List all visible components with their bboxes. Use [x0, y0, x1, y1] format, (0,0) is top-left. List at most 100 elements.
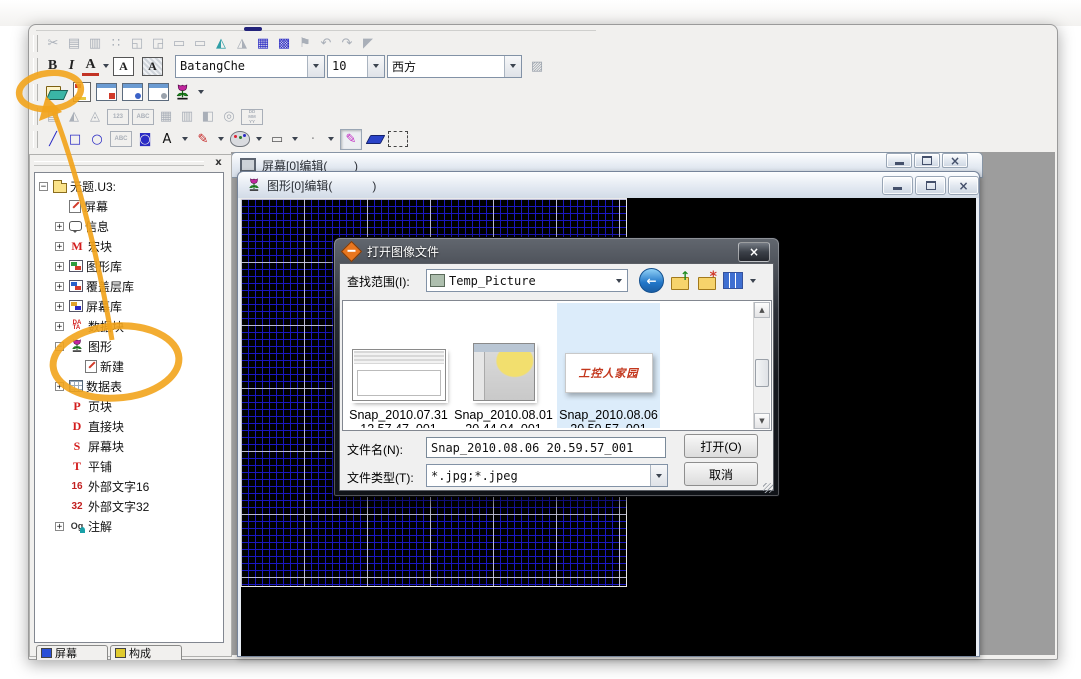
back-close-button[interactable]: × — [942, 153, 968, 168]
view-menu-icon[interactable] — [723, 272, 743, 289]
open-image-icon[interactable] — [44, 83, 68, 101]
tab-compose[interactable]: 构成 — [110, 645, 182, 660]
preview-window-icon[interactable] — [122, 83, 143, 101]
line-style-icon-dropdown[interactable] — [328, 137, 334, 141]
panel-grip[interactable] — [34, 161, 204, 166]
shape-style-icon[interactable]: ▭ — [268, 131, 286, 148]
print-icon[interactable]: ▤ — [44, 108, 62, 125]
restore-button[interactable] — [915, 176, 946, 195]
tree-item[interactable]: −图形 — [35, 336, 223, 356]
export-window-icon[interactable] — [96, 83, 117, 101]
text-border-button[interactable]: A — [113, 57, 134, 76]
panel-close-button[interactable]: x — [212, 156, 225, 169]
scroll-up-button[interactable]: ▲ — [754, 302, 770, 318]
pencil-tool-icon-dropdown[interactable] — [218, 137, 224, 141]
palette-icon-dropdown[interactable] — [256, 137, 262, 141]
text-style-icon[interactable]: ▨ — [528, 58, 546, 75]
open-button[interactable]: 打开(O) — [684, 434, 758, 458]
charset-combo-arrow[interactable] — [504, 56, 521, 77]
up-folder-icon[interactable] — [669, 271, 691, 291]
select-mode-icon[interactable]: ◤ — [359, 35, 377, 52]
tree-expander[interactable]: + — [55, 262, 64, 271]
new-folder-icon[interactable] — [696, 271, 718, 291]
cancel-button[interactable]: 取消 — [684, 462, 758, 486]
tree-expander[interactable]: + — [55, 302, 64, 311]
duplicate-icon[interactable]: ∷ — [107, 35, 125, 52]
scroll-down-button[interactable]: ▼ — [754, 413, 770, 429]
tree-expander[interactable]: + — [55, 382, 64, 391]
frame-small-icon[interactable]: ▭ — [170, 35, 188, 52]
save-image-icon[interactable] — [73, 82, 91, 102]
fill-tool-icon[interactable]: ◙ — [136, 131, 154, 148]
font-name-combo-arrow[interactable] — [307, 56, 324, 77]
counter-icon[interactable]: ▦ — [157, 108, 175, 125]
dialog-resize-grip[interactable] — [763, 483, 773, 493]
alarm-lamp-icon[interactable]: ◬ — [86, 108, 104, 125]
file-item[interactable]: 工控人家园Snap_2010.08.0620.59.57_001 — [557, 303, 660, 428]
tree-item[interactable]: +数据表 — [35, 376, 223, 396]
scroll-thumb[interactable] — [755, 359, 769, 387]
date-icon[interactable]: DD MM YY — [241, 109, 263, 125]
bell-icon[interactable]: ◎ — [220, 108, 238, 125]
tree-item[interactable]: T平铺 — [35, 456, 223, 476]
tree-expander[interactable]: + — [55, 282, 64, 291]
look-in-combo-arrow[interactable] — [611, 270, 627, 291]
close-button[interactable]: × — [948, 176, 979, 195]
digits-icon[interactable]: 123 — [107, 109, 129, 125]
graphic-tulip-icon[interactable] — [174, 84, 191, 101]
tile-vertical-icon[interactable]: ▩ — [275, 35, 293, 52]
tree-item[interactable]: +DA TA数据块 — [35, 316, 223, 336]
tree-item[interactable]: S屏幕块 — [35, 436, 223, 456]
tree-item[interactable]: +图形库 — [35, 256, 223, 276]
tree-expander[interactable]: + — [55, 242, 64, 251]
cut-icon[interactable]: ✂ — [44, 35, 62, 52]
view-menu-icon-dropdown[interactable] — [750, 279, 756, 283]
toolbar-grip[interactable] — [33, 131, 38, 148]
file-list-scrollbar[interactable]: ▲ ▼ — [753, 302, 770, 429]
file-item[interactable]: Snap_2010.08.0120.44.04_001 — [452, 303, 555, 428]
tree-item[interactable]: D直接块 — [35, 416, 223, 436]
tree-item[interactable]: +屏幕库 — [35, 296, 223, 316]
pin-icon[interactable]: ⚑ — [296, 35, 314, 52]
tree-item[interactable]: P页块 — [35, 396, 223, 416]
toolbar-grip[interactable] — [33, 35, 38, 52]
tree-expander[interactable]: + — [55, 522, 64, 531]
font-tool-icon-dropdown[interactable] — [182, 137, 188, 141]
plug-icon[interactable]: ◧ — [199, 108, 217, 125]
minimize-button[interactable] — [882, 176, 913, 195]
file-list[interactable]: Snap_2010.07.3112.57.47_001Snap_2010.08.… — [342, 300, 772, 431]
file-type-combo[interactable]: *.jpg;*.jpeg — [426, 464, 668, 487]
tree-item[interactable]: +信息 — [35, 216, 223, 236]
file-item[interactable]: Snap_2010.07.3112.57.47_001 — [347, 303, 450, 428]
font-tool-icon[interactable]: A — [158, 131, 176, 148]
toolbar-grip[interactable] — [33, 58, 38, 75]
copy-icon[interactable]: ▤ — [65, 35, 83, 52]
tree-item[interactable]: 32外部文字32 — [35, 496, 223, 516]
text-invert-button[interactable]: A — [142, 57, 163, 76]
undo-icon[interactable]: ↶ — [317, 35, 335, 52]
font-size-combo-arrow[interactable] — [367, 56, 384, 77]
rotate-icon[interactable]: ◭ — [212, 35, 230, 52]
tree-item[interactable]: 屏幕 — [35, 196, 223, 216]
line-tool-icon[interactable]: ╱ — [44, 131, 62, 148]
back-minimize-button[interactable] — [886, 153, 912, 168]
rect-tool-icon[interactable]: □ — [66, 131, 84, 148]
tree-expander[interactable]: − — [55, 342, 64, 351]
tree-expander[interactable]: + — [55, 222, 64, 231]
font-size-combo[interactable]: 10 — [327, 55, 385, 78]
window-settings-icon[interactable] — [148, 83, 169, 101]
text-abc-icon[interactable]: ABC — [132, 109, 154, 125]
tree-item[interactable]: 16外部文字16 — [35, 476, 223, 496]
back-restore-button[interactable] — [914, 153, 940, 168]
text-tool-icon[interactable]: ABC — [110, 131, 132, 147]
tree-item[interactable]: +Og注解 — [35, 516, 223, 536]
palette-icon[interactable] — [230, 131, 250, 147]
graphic-window-titlebar[interactable]: 图形[0]编辑( ) — [238, 172, 979, 198]
tree-expander[interactable]: + — [55, 322, 64, 331]
look-in-combo[interactable]: Temp_Picture — [426, 269, 628, 292]
font-name-combo[interactable]: BatangChe — [175, 55, 325, 78]
eraser-tool-icon[interactable] — [366, 132, 384, 146]
tree-item[interactable]: +覆盖层库 — [35, 276, 223, 296]
marquee-tool-icon[interactable] — [388, 131, 408, 147]
pencil-tool-icon[interactable]: ✎ — [194, 131, 212, 148]
